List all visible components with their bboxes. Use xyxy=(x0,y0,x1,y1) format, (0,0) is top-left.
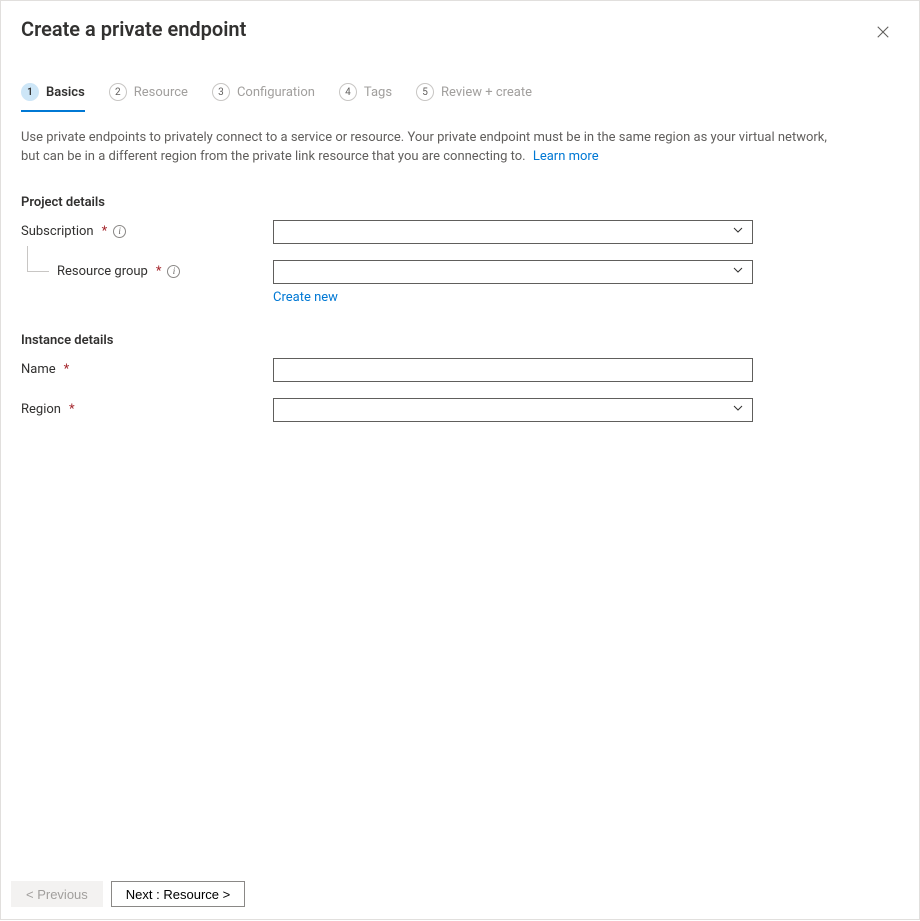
label-name: Name * xyxy=(21,358,273,377)
row-subscription: Subscription * i xyxy=(21,220,899,244)
panel-body: 1 Basics 2 Resource 3 Configuration 4 Ta… xyxy=(1,49,919,870)
step-badge: 1 xyxy=(21,83,39,101)
section-project-details: Project details xyxy=(21,195,899,210)
label-text: Name xyxy=(21,362,56,377)
close-icon xyxy=(876,25,890,42)
tab-label: Configuration xyxy=(237,85,315,100)
panel-title: Create a private endpoint xyxy=(21,17,246,41)
input-col xyxy=(273,220,753,244)
tab-resource[interactable]: 2 Resource xyxy=(109,83,188,112)
chevron-down-icon xyxy=(732,224,744,240)
step-badge: 3 xyxy=(212,83,230,101)
tab-label: Tags xyxy=(364,85,392,100)
create-new-link[interactable]: Create new xyxy=(273,290,338,305)
intro-text: Use private endpoints to privately conne… xyxy=(21,130,827,164)
label-text: Resource group xyxy=(57,264,148,279)
info-icon[interactable]: i xyxy=(113,225,126,238)
tab-label: Review + create xyxy=(441,85,532,100)
wizard-tabs: 1 Basics 2 Resource 3 Configuration 4 Ta… xyxy=(21,83,899,113)
row-region: Region * xyxy=(21,398,899,422)
label-subscription: Subscription * i xyxy=(21,220,273,239)
step-badge: 2 xyxy=(109,83,127,101)
tab-tags[interactable]: 4 Tags xyxy=(339,83,392,112)
intro-paragraph: Use private endpoints to privately conne… xyxy=(21,129,841,167)
input-col xyxy=(273,398,753,422)
close-button[interactable] xyxy=(867,17,899,49)
required-star: * xyxy=(64,362,70,377)
section-instance-details: Instance details xyxy=(21,333,899,348)
row-resource-group: Resource group * i Create new xyxy=(21,260,899,305)
required-star: * xyxy=(102,224,108,239)
row-name: Name * xyxy=(21,358,899,382)
label-region: Region * xyxy=(21,398,273,417)
step-badge: 4 xyxy=(339,83,357,101)
tab-basics[interactable]: 1 Basics xyxy=(21,83,85,112)
next-button[interactable]: Next : Resource > xyxy=(111,881,245,907)
label-text: Subscription xyxy=(21,224,94,239)
label-text: Region xyxy=(21,402,61,417)
tab-configuration[interactable]: 3 Configuration xyxy=(212,83,315,112)
resource-group-select[interactable] xyxy=(273,260,753,284)
input-col xyxy=(273,358,753,382)
subscription-select[interactable] xyxy=(273,220,753,244)
region-select[interactable] xyxy=(273,398,753,422)
panel-footer: < Previous Next : Resource > xyxy=(1,870,919,919)
chevron-down-icon xyxy=(732,402,744,418)
tab-review-create[interactable]: 5 Review + create xyxy=(416,83,532,112)
learn-more-link[interactable]: Learn more xyxy=(533,149,599,164)
required-star: * xyxy=(156,264,162,279)
required-star: * xyxy=(69,402,75,417)
panel-header: Create a private endpoint xyxy=(1,1,919,49)
chevron-down-icon xyxy=(732,264,744,280)
tree-connector-icon xyxy=(27,246,49,272)
info-icon[interactable]: i xyxy=(167,265,180,278)
step-badge: 5 xyxy=(416,83,434,101)
create-private-endpoint-panel: Create a private endpoint 1 Basics 2 Res… xyxy=(0,0,920,920)
tab-label: Resource xyxy=(134,85,188,100)
previous-button: < Previous xyxy=(11,881,103,907)
tab-label: Basics xyxy=(46,85,85,100)
input-col: Create new xyxy=(273,260,753,305)
name-input[interactable] xyxy=(273,358,753,382)
label-resource-group: Resource group * i xyxy=(21,260,273,279)
